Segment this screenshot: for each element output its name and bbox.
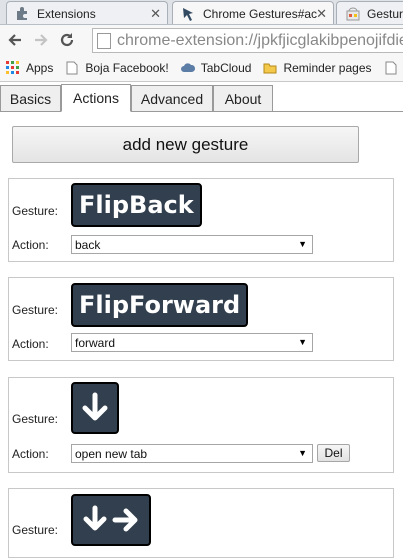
tab-actions[interactable]: Actions xyxy=(61,84,131,112)
bookmark-apps[interactable]: Apps xyxy=(6,61,53,75)
puzzle-icon xyxy=(15,6,31,22)
back-arrow-icon[interactable] xyxy=(2,27,28,53)
forward-arrow-icon[interactable] xyxy=(28,27,54,53)
down-right-arrows-icon xyxy=(71,494,151,546)
action-select[interactable]: open new tab ▼ xyxy=(71,444,313,463)
cloud-icon xyxy=(180,63,195,72)
action-value: back xyxy=(75,237,101,252)
address-bar[interactable]: chrome-extension://jpkfjicglakibpenojifd… xyxy=(92,28,403,53)
browser-tab-extensions[interactable]: Extensions ✕ xyxy=(6,1,168,24)
apps-grid-icon xyxy=(6,61,19,74)
gesture-card: Gesture: FlipForward Action: forward ▼ xyxy=(8,277,394,361)
action-value: forward xyxy=(75,335,116,350)
tab-title: Gesture xyxy=(367,6,403,21)
browser-tab-gesture[interactable]: Gesture xyxy=(336,1,403,24)
reload-icon[interactable] xyxy=(54,27,80,53)
bookmark-label: TabCloud xyxy=(200,61,252,75)
bookmark-tabcloud[interactable]: TabCloud xyxy=(180,61,252,75)
folder-icon xyxy=(263,63,277,74)
add-new-gesture-button[interactable]: add new gesture xyxy=(12,126,359,163)
action-select[interactable]: forward ▼ xyxy=(71,333,313,352)
gesture-card: Gesture: FlipBack Action: back ▼ xyxy=(8,178,394,262)
down-arrow-icon xyxy=(71,382,119,434)
action-label: Action: xyxy=(12,238,49,252)
bookmark-reminder-pages[interactable]: Reminder pages xyxy=(263,61,372,75)
tab-label: About xyxy=(224,90,262,107)
store-icon xyxy=(345,6,361,22)
page-icon xyxy=(66,61,78,75)
tab-about[interactable]: About xyxy=(213,85,273,112)
gesture-label: Gesture: xyxy=(12,412,59,426)
action-value: open new tab xyxy=(75,446,148,461)
browser-tabstrip: Extensions ✕ Chrome Gestures#ac ✕ Gestur… xyxy=(0,0,403,25)
options-tabs: Basics Actions Advanced About xyxy=(0,83,403,112)
tab-label: Basics xyxy=(9,90,52,107)
browser-tab-chrome-gestures[interactable]: Chrome Gestures#ac ✕ xyxy=(172,1,334,24)
chevron-down-icon: ▼ xyxy=(298,239,307,249)
action-select[interactable]: back ▼ xyxy=(71,235,313,254)
bookmark-label: Reminder pages xyxy=(283,61,372,75)
bookmark-label: Apps xyxy=(26,61,54,75)
tab-label: Advanced xyxy=(140,90,204,107)
page-icon xyxy=(385,61,397,75)
gesture-card: Gesture: Action: open new tab ▼ Del xyxy=(8,377,394,473)
bookmark-overflow[interactable] xyxy=(384,61,403,75)
close-icon[interactable]: ✕ xyxy=(316,6,327,22)
action-label: Action: xyxy=(12,337,49,351)
bookmarks-bar: Apps Boja Facebook! TabCloud Reminder pa… xyxy=(0,55,403,82)
gesture-cursor-icon xyxy=(181,6,197,22)
tab-title: Extensions xyxy=(37,6,96,21)
tab-label: Actions xyxy=(73,90,119,106)
chevron-down-icon: ▼ xyxy=(298,337,307,347)
tab-basics[interactable]: Basics xyxy=(0,85,61,112)
browser-toolbar: chrome-extension://jpkfjicglakibpenojifd… xyxy=(0,25,403,55)
page-icon xyxy=(97,32,111,49)
bookmark-label: Boja Facebook! xyxy=(85,61,169,75)
gesture-label: Gesture: xyxy=(12,303,59,317)
bookmark-boja-facebook[interactable]: Boja Facebook! xyxy=(65,61,169,75)
address-text: chrome-extension://jpkfjicglakibpenojifd… xyxy=(117,31,403,49)
gesture-glyph: FlipForward xyxy=(71,283,249,327)
chevron-down-icon: ▼ xyxy=(298,448,307,458)
action-label: Action: xyxy=(12,447,49,461)
close-icon[interactable]: ✕ xyxy=(150,6,161,22)
gesture-label: Gesture: xyxy=(12,523,59,537)
tab-advanced[interactable]: Advanced xyxy=(131,85,213,112)
gesture-label: Gesture: xyxy=(12,204,59,218)
gesture-card: Gesture: xyxy=(8,488,394,558)
delete-gesture-button[interactable]: Del xyxy=(317,444,350,462)
gesture-glyph: FlipBack xyxy=(71,183,202,227)
tab-title: Chrome Gestures#ac xyxy=(203,7,318,21)
